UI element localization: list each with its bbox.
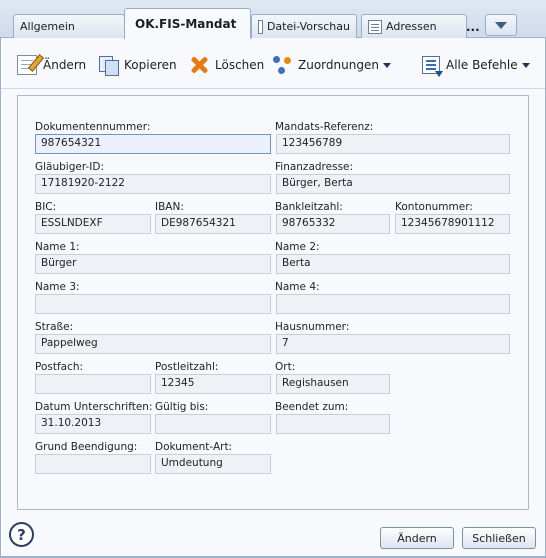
toolbar-zuordnungen-label: Zuordnungen [298,58,379,72]
datum-unterschriften-field[interactable]: 31.10.2013 [35,414,151,434]
strasse-label: Straße: [35,321,74,333]
dokumentennummer-field[interactable]: 987654321 [35,134,271,154]
edit-icon [17,55,37,75]
bic-field[interactable]: ESSLNDEXF [35,214,151,234]
mandate-window: Ändern Kopieren Löschen Zuordnungen Alle… [0,38,546,558]
beendet-zum-label: Beendet zum: [275,401,349,413]
help-icon: ? [17,525,26,544]
toolbar-zuordnungen-button[interactable]: Zuordnungen [272,52,391,78]
toolbar-divider [1,88,545,89]
delete-icon [189,55,209,75]
toolbar-kopieren-button[interactable]: Kopieren [98,52,177,78]
toolbar-aendern-button[interactable]: Ändern [17,52,86,78]
tab-allgemein-label: Allgemein [20,20,75,33]
aendern-button-label: Ändern [397,531,437,545]
tab-datei-vorschau-label: Datei-Vorschau [266,20,350,33]
ort-field[interactable]: Regishausen [276,374,390,394]
name4-label: Name 4: [275,281,320,293]
toolbar-alle-befehle-button[interactable]: Alle Befehle [422,52,530,78]
gueltig-bis-field[interactable] [155,414,271,434]
ort-label: Ort: [275,361,296,373]
tab-list-dropdown-button[interactable] [485,14,517,36]
hausnummer-label: Hausnummer: [275,321,350,333]
schliessen-button-label: Schließen [472,531,526,545]
grund-beendigung-label: Grund Beendigung: [35,441,138,453]
toolbar-alle-befehle-label: Alle Befehle [446,58,518,72]
bankleitzahl-label: Bankleitzahl: [275,201,343,213]
mandats-referenz-label: Mandats-Referenz: [275,121,374,133]
iban-field[interactable]: DE987654321 [155,214,271,234]
toolbar-loeschen-button[interactable]: Löschen [189,52,264,78]
name1-field[interactable]: Bürger [35,254,271,274]
postleitzahl-label: Postleitzahl: [155,361,219,373]
chevron-down-icon [495,21,507,29]
name4-field[interactable] [276,294,510,314]
schliessen-button[interactable]: Schließen [462,527,536,549]
dokument-art-label: Dokument-Art: [155,441,233,453]
glaeubiger-id-field[interactable]: 17181920-2122 [35,174,271,194]
name3-label: Name 3: [35,281,80,293]
toolbar-loeschen-label: Löschen [215,58,265,72]
tab-mandat[interactable]: OK.FIS-Mandat [124,8,251,39]
address-card-icon [368,19,382,34]
finanzadresse-label: Finanzadresse: [275,161,354,173]
name2-field[interactable]: Berta [276,254,510,274]
iban-label: IBAN: [155,201,184,213]
hausnummer-field[interactable]: 7 [276,334,510,354]
bankleitzahl-field[interactable]: 98765332 [276,214,390,234]
mandats-referenz-field[interactable]: 123456789 [276,134,510,154]
toolbar-kopieren-label: Kopieren [124,58,177,72]
tab-datei-vorschau[interactable]: Datei-Vorschau [251,14,357,38]
toolbar-aendern-label: Ändern [43,58,87,72]
dokument-art-field[interactable]: Umdeutung [155,454,271,474]
toolbar: Ändern Kopieren Löschen Zuordnungen Alle… [1,38,545,88]
more-tabs-indicator: ... [466,20,480,34]
tab-adressen[interactable]: Adressen [361,14,467,38]
grund-beendigung-field[interactable] [35,454,151,474]
command-list-icon [422,56,443,77]
dropdown-arrow-icon [382,62,391,68]
strasse-field[interactable]: Pappelweg [35,334,271,354]
beendet-zum-field[interactable] [276,414,390,434]
datum-unterschriften-label: Datum Unterschriften: [35,401,153,413]
tab-allgemein[interactable]: Allgemein [13,14,125,38]
aendern-button[interactable]: Ändern [380,527,454,549]
kontonummer-field[interactable]: 12345678901112 [395,214,510,234]
bic-label: BIC: [35,201,57,213]
relations-icon [272,55,292,75]
finanzadresse-field[interactable]: Bürger, Berta [276,174,510,194]
tab-strip: Allgemein OK.FIS-Mandat Datei-Vorschau A… [0,0,546,39]
tab-adressen-label: Adressen [386,20,437,33]
gueltig-bis-label: Gültig bis: [155,401,209,413]
glaeubiger-id-label: Gläubiger-ID: [35,161,105,173]
dropdown-arrow-icon [521,62,530,68]
help-button[interactable]: ? [9,522,34,547]
name2-label: Name 2: [275,241,320,253]
tab-mandat-label: OK.FIS-Mandat [135,17,237,31]
dokumentennummer-label: Dokumentennummer: [35,121,151,133]
postleitzahl-field[interactable]: 12345 [155,374,271,394]
name1-label: Name 1: [35,241,80,253]
mandate-form: Dokumentennummer: 987654321 Mandats-Refe… [17,95,529,510]
kontonummer-label: Kontonummer: [395,201,473,213]
copy-icon [98,55,119,76]
postfach-field[interactable] [35,374,151,394]
document-icon [258,19,263,34]
name3-field[interactable] [35,294,271,314]
postfach-label: Postfach: [35,361,84,373]
